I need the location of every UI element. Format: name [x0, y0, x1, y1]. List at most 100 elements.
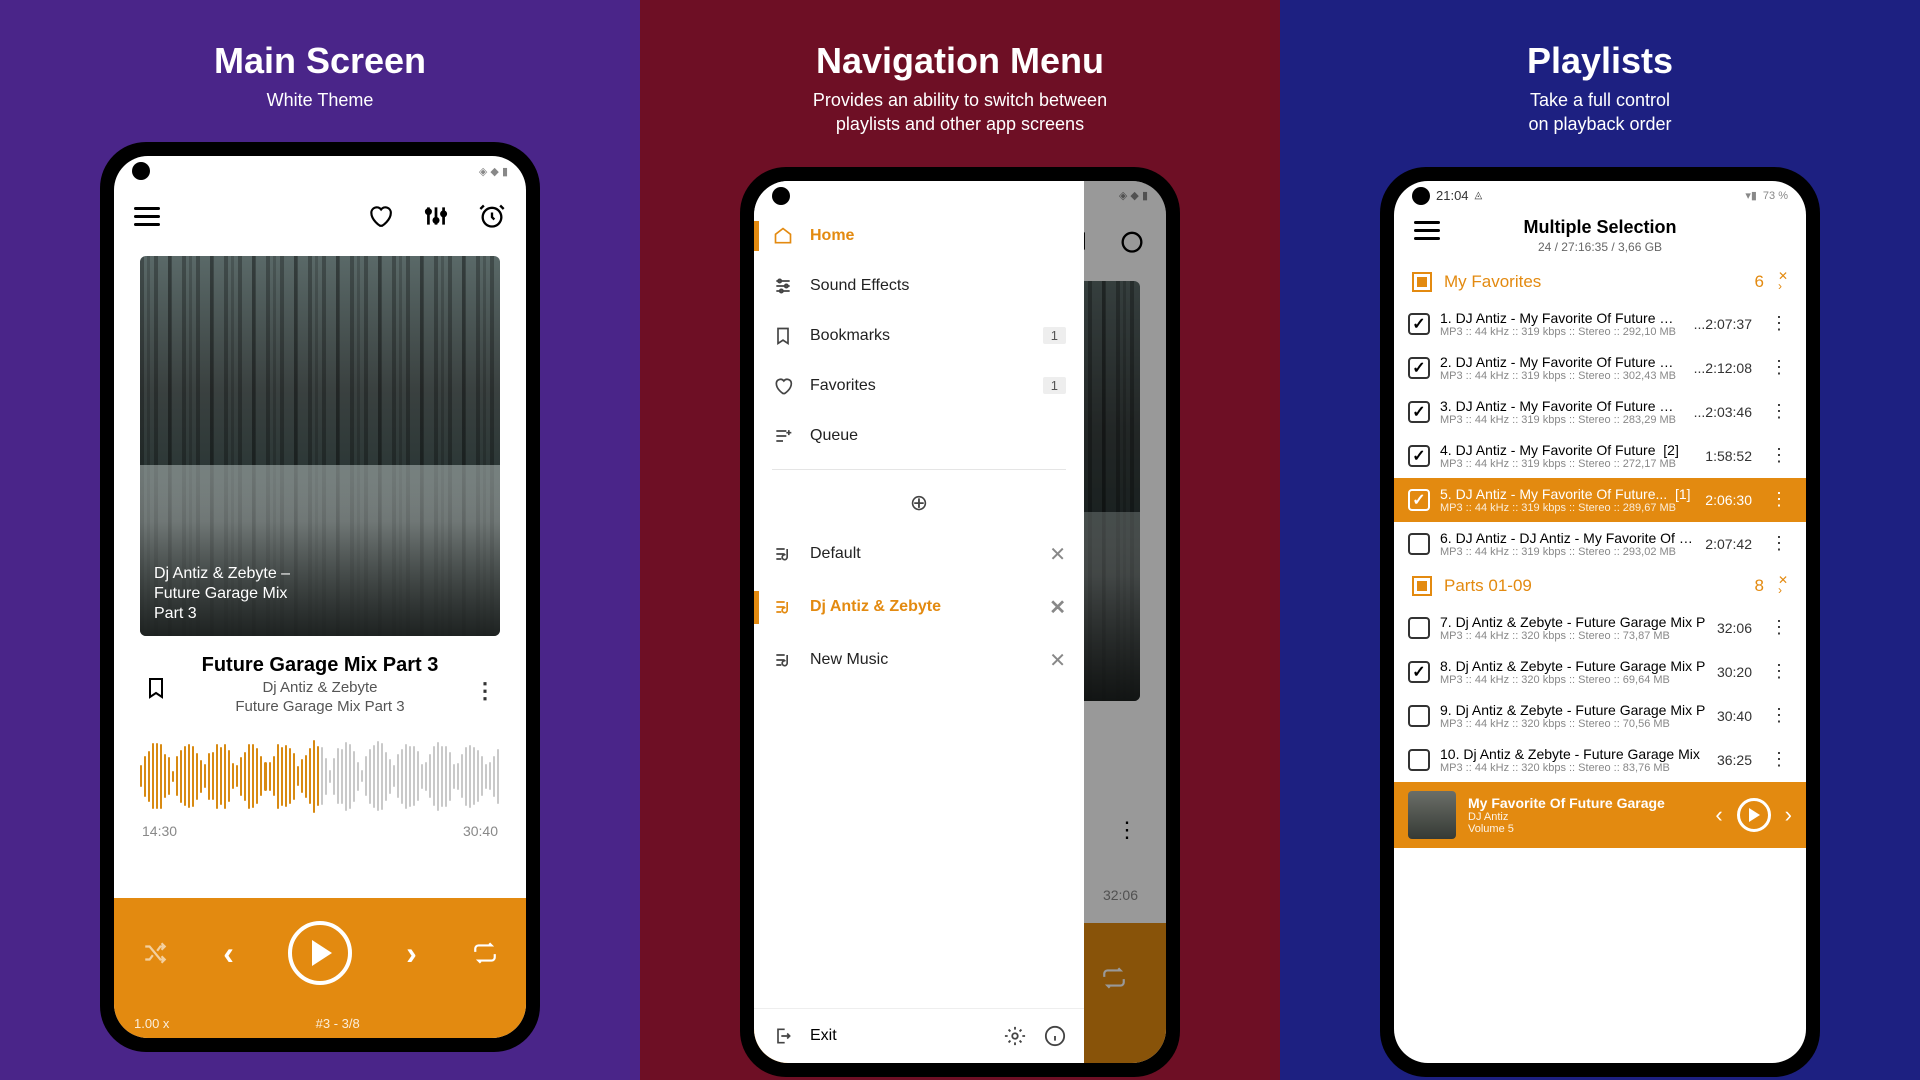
sliders-icon — [772, 275, 794, 297]
track-row[interactable]: 2. DJ Antiz - My Favorite Of Future Gara… — [1394, 346, 1806, 390]
mini-prev[interactable]: ‹ — [1715, 802, 1722, 828]
close-icon[interactable]: ✕ — [1049, 595, 1066, 620]
more-icon[interactable]: ⋮ — [1766, 357, 1792, 378]
close-icon[interactable]: ✕ — [1049, 648, 1066, 673]
nav-label: New Music — [810, 651, 888, 669]
menu-button[interactable] — [134, 207, 160, 226]
track-row[interactable]: 7. Dj Antiz & Zebyte - Future Garage Mix… — [1394, 606, 1806, 650]
bookmark-icon — [772, 325, 794, 347]
album-art[interactable]: Dj Antiz & Zebyte –Future Garage MixPart… — [140, 256, 500, 636]
alarm-icon[interactable] — [478, 202, 506, 230]
track-row[interactable]: 4. DJ Antiz - My Favorite Of Future [2]M… — [1394, 434, 1806, 478]
more-icon[interactable]: ⋮ — [1766, 401, 1792, 422]
mini-player[interactable]: My Favorite Of Future Garage DJ Antiz Vo… — [1394, 782, 1806, 848]
track-meta: MP3 :: 44 kHz :: 319 kbps :: Stereo :: 3… — [1440, 370, 1684, 382]
art-caption: Dj Antiz & Zebyte –Future Garage MixPart… — [154, 564, 290, 624]
status-bar: ◈ ◆ ▮ — [114, 156, 526, 186]
more-icon[interactable]: ⋮ — [1766, 445, 1792, 466]
more-icon[interactable]: ⋮ — [1766, 313, 1792, 334]
section-favorites[interactable]: My Favorites 6 ✕› — [1394, 262, 1806, 302]
track-row[interactable]: 1. DJ Antiz - My Favorite Of Future Gara… — [1394, 302, 1806, 346]
nav-playlist[interactable]: New Music ✕ — [754, 634, 1084, 687]
track-title: 8. Dj Antiz & Zebyte - Future Garage Mix… — [1440, 658, 1707, 674]
nav-overlay-shade[interactable] — [1084, 181, 1166, 1063]
section-sort-icon[interactable]: ✕› — [1778, 576, 1788, 595]
next-button[interactable]: › — [406, 935, 417, 972]
nav-item-bookmarks[interactable]: Bookmarks1 — [754, 311, 1084, 361]
checkbox[interactable] — [1408, 445, 1430, 467]
track-row[interactable]: 10. Dj Antiz & Zebyte - Future Garage Mi… — [1394, 738, 1806, 782]
panel-nav: Navigation Menu Provides an ability to s… — [640, 0, 1280, 1080]
track-title: 1. DJ Antiz - My Favorite Of Future Gara… — [1440, 310, 1684, 326]
checkbox[interactable] — [1408, 749, 1430, 771]
menu-button[interactable] — [1414, 221, 1440, 240]
equalizer-icon[interactable] — [422, 202, 450, 230]
nav-label: Dj Antiz & Zebyte — [810, 598, 941, 616]
add-playlist-button[interactable]: ⊕ — [754, 478, 1084, 528]
playlist-icon — [772, 543, 794, 565]
nav-item-sound-effects[interactable]: Sound Effects — [754, 261, 1084, 311]
nav-label: Favorites — [810, 377, 876, 395]
close-icon[interactable]: ✕ — [1049, 542, 1066, 567]
panel-title: Main Screen — [214, 40, 426, 82]
track-duration: 30:20 — [1717, 664, 1752, 680]
page-title: Multiple Selection — [1394, 217, 1806, 238]
track-row[interactable]: 6. DJ Antiz - DJ Antiz - My Favorite Of … — [1394, 522, 1806, 566]
more-icon[interactable]: ⋮ — [1766, 617, 1792, 638]
phone-frame: ◈ ◆ ▮ Dj Antiz & Zebyte –Future Garage M… — [100, 142, 540, 1052]
more-icon[interactable]: ⋮ — [474, 678, 498, 704]
checkbox[interactable] — [1408, 661, 1430, 683]
mini-next[interactable]: › — [1785, 802, 1792, 828]
heart-icon[interactable] — [366, 202, 394, 230]
checkbox[interactable] — [1408, 357, 1430, 379]
track-duration: ...2:12:08 — [1694, 360, 1752, 376]
more-icon[interactable]: ⋮ — [1766, 533, 1792, 554]
playlist-icon — [772, 649, 794, 671]
nav-playlist[interactable]: Default✕ — [754, 528, 1084, 581]
track-row[interactable]: 3. DJ Antiz - My Favorite Of Future Gara… — [1394, 390, 1806, 434]
track-row[interactable]: 8. Dj Antiz & Zebyte - Future Garage Mix… — [1394, 650, 1806, 694]
more-icon[interactable]: ⋮ — [1766, 661, 1792, 682]
nav-item-favorites[interactable]: Favorites1 — [754, 361, 1084, 411]
nav-item-home[interactable]: Home — [754, 211, 1084, 261]
track-duration: ...2:07:37 — [1694, 316, 1752, 332]
exit-button[interactable]: Exit — [810, 1027, 837, 1045]
checkbox[interactable] — [1408, 533, 1430, 555]
section-checkbox[interactable] — [1412, 576, 1432, 596]
play-button[interactable] — [288, 921, 352, 985]
panel-main: Main Screen White Theme ◈ ◆ ▮ Dj Antiz &… — [0, 0, 640, 1080]
section-parts[interactable]: Parts 01-09 8 ✕› — [1394, 566, 1806, 606]
track-row[interactable]: 5. DJ Antiz - My Favorite Of Future... [… — [1394, 478, 1806, 522]
mini-artist: DJ Antiz — [1468, 811, 1703, 823]
more-icon[interactable]: ⋮ — [1766, 705, 1792, 726]
checkbox[interactable] — [1408, 401, 1430, 423]
checkbox[interactable] — [1408, 313, 1430, 335]
camera-dot — [132, 162, 150, 180]
mini-album: Volume 5 — [1468, 823, 1703, 835]
nav-item-queue[interactable]: Queue — [754, 411, 1084, 461]
more-icon[interactable]: ⋮ — [1766, 749, 1792, 770]
playback-speed[interactable]: 1.00 x — [134, 1016, 169, 1031]
nav-label: Sound Effects — [810, 277, 909, 295]
panel-title: Navigation Menu — [816, 40, 1104, 82]
track-duration: 2:06:30 — [1705, 492, 1752, 508]
playlist-icon — [772, 596, 794, 618]
checkbox[interactable] — [1408, 705, 1430, 727]
section-sort-icon[interactable]: ✕› — [1778, 272, 1788, 291]
settings-icon[interactable] — [1004, 1025, 1026, 1047]
section-checkbox[interactable] — [1412, 272, 1432, 292]
track-row[interactable]: 9. Dj Antiz & Zebyte - Future Garage Mix… — [1394, 694, 1806, 738]
repeat-icon[interactable] — [471, 939, 499, 967]
waveform[interactable] — [140, 735, 500, 817]
nav-playlist[interactable]: Dj Antiz & Zebyte ✕ — [754, 581, 1084, 634]
bookmark-icon[interactable] — [142, 674, 170, 702]
track-title: 2. DJ Antiz - My Favorite Of Future Gara… — [1440, 354, 1684, 370]
shuffle-icon[interactable] — [141, 939, 169, 967]
more-icon[interactable]: ⋮ — [1766, 489, 1792, 510]
prev-button[interactable]: ‹ — [223, 935, 234, 972]
info-icon[interactable] — [1044, 1025, 1066, 1047]
track-meta: MP3 :: 44 kHz :: 320 kbps :: Stereo :: 7… — [1440, 718, 1707, 730]
checkbox[interactable] — [1408, 617, 1430, 639]
mini-play[interactable] — [1737, 798, 1771, 832]
checkbox[interactable] — [1408, 489, 1430, 511]
